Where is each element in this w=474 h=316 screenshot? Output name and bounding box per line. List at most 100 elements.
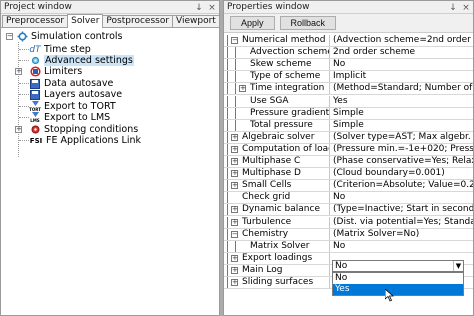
property-row[interactable]: + Dynamic balance (Type=Inactive; Start in… (224, 204, 473, 217)
tree-connector (19, 60, 29, 61)
property-row[interactable]: − Chemistry (Matrix Solver=No) (224, 228, 473, 241)
property-value[interactable]: 2nd order scheme (330, 47, 473, 59)
property-name: Sliding surfaces (242, 277, 314, 287)
property-value[interactable]: (Advection scheme=2nd order scheme; 1 (330, 35, 473, 46)
tree-label: Export to TORT (44, 101, 116, 112)
expand-toggle[interactable]: + (231, 206, 238, 214)
expand-stopping-toggle[interactable]: + (15, 126, 22, 133)
expand-toggle[interactable]: + (231, 279, 238, 286)
collapse-toggle[interactable]: − (231, 230, 238, 238)
floppy-disk-icon (29, 89, 41, 100)
property-row[interactable]: Use SGA Yes (224, 95, 473, 108)
property-value[interactable]: (Dist. via potential=Yes; Standard wall … (330, 216, 473, 228)
property-row[interactable]: + Multiphase C (Phase conservative=Yes; Re… (224, 156, 473, 168)
dropdown-option-no[interactable]: No (333, 273, 463, 284)
property-name: Export loadings (242, 252, 313, 263)
property-row[interactable]: + Small Cells (Criterion=Absolute; Value=0… (224, 180, 473, 193)
property-value[interactable]: (Matrix Solver=No) (330, 228, 473, 240)
property-row[interactable]: Matrix Solver No (224, 240, 473, 253)
property-value[interactable]: No (330, 240, 473, 252)
close-icon[interactable]: × (462, 3, 470, 13)
tree-item-limiters[interactable]: Limiters (29, 66, 82, 77)
tree-item-advanced-settings[interactable]: Advanced settings (29, 55, 134, 66)
tree-guide-line (227, 131, 228, 143)
close-icon[interactable]: × (208, 3, 216, 13)
matrix-solver-select[interactable]: No ▼ (332, 260, 464, 272)
tree-guide-line (227, 47, 228, 59)
property-row[interactable]: + Turbulence (Dist. via potential=Yes; Sta… (224, 216, 473, 229)
tree-root-simulation-controls[interactable]: Simulation controls (16, 31, 123, 42)
property-name-cell: Skew scheme (224, 59, 330, 71)
expand-toggle[interactable]: + (239, 85, 246, 93)
expand-toggle[interactable]: + (231, 254, 238, 262)
property-row[interactable]: Check grid No (224, 192, 473, 205)
tree-connector (19, 83, 29, 84)
property-row[interactable]: Type of scheme Implicit (224, 71, 473, 84)
property-row[interactable]: Pressure gradient Simple (224, 107, 473, 120)
property-value[interactable]: (Phase conservative=Yes; Relaxation=1; \ (330, 156, 473, 167)
limiters-icon (29, 66, 41, 77)
property-value[interactable]: Simple (330, 107, 473, 119)
collapse-root-toggle[interactable]: − (6, 33, 13, 40)
expand-toggle[interactable]: + (231, 218, 238, 226)
property-name: Computation of loads (242, 143, 330, 154)
tab-solver[interactable]: Solver (67, 14, 104, 28)
tree-label: Layers autosave (44, 89, 123, 100)
collapse-toggle[interactable]: − (231, 37, 238, 44)
property-name-cell: + Main Log (224, 264, 330, 276)
property-name-cell: Matrix Solver (224, 240, 330, 252)
property-value[interactable]: (Method=Standard; Number of iterations (330, 83, 473, 95)
tab-viewport[interactable]: Viewport (172, 15, 219, 27)
property-row[interactable]: Total pressure Simple (224, 119, 473, 132)
rollback-button[interactable]: Rollback (279, 16, 337, 30)
pin-icon[interactable]: ↓ (195, 3, 203, 13)
expand-toggle[interactable]: + (231, 182, 238, 190)
apply-button[interactable]: Apply (230, 16, 275, 30)
tree-item-layers-autosave[interactable]: Layers autosave (29, 89, 122, 100)
expand-toggle[interactable]: + (231, 266, 238, 274)
expand-toggle[interactable]: + (231, 133, 238, 141)
tree-item-stopping-conditions[interactable]: Stopping conditions (29, 124, 138, 135)
dropdown-option-yes[interactable]: Yes (333, 284, 463, 295)
tab-postprocessor[interactable]: Postprocessor (102, 15, 174, 27)
properties-window-titlebar: Properties window ↓ × (224, 1, 473, 14)
tree-guide-line (227, 156, 228, 167)
property-row[interactable]: − Numerical method (Advection scheme=2nd o… (224, 35, 473, 47)
solver-tree: − Simulation controls dT Time step Advan… (1, 28, 219, 157)
property-row[interactable]: Advection scheme 2nd order scheme (224, 47, 473, 60)
property-value[interactable]: Simple (330, 119, 473, 131)
chevron-down-icon[interactable]: ▼ (453, 261, 463, 271)
fsi-icon-text: FSI (29, 136, 43, 145)
property-row[interactable]: + Time integration (Method=Standard; Numbe… (224, 83, 473, 96)
tree-label: Export to LMS (44, 112, 111, 123)
tree-item-fe-applications-link[interactable]: FSI FE Applications Link (29, 135, 141, 146)
property-row[interactable]: + Multiphase D (Cloud boundary=0.001) (224, 168, 473, 181)
property-value[interactable]: (Type=Inactive; Start in seconds=0; Dura (330, 204, 473, 216)
tree-item-data-autosave[interactable]: Data autosave (29, 78, 113, 89)
property-value[interactable]: No (330, 59, 473, 71)
pin-icon[interactable]: ↓ (449, 3, 457, 13)
property-row[interactable]: + Computation of loads (Pressure min.=-1e+… (224, 143, 473, 156)
property-value[interactable]: No (330, 192, 473, 204)
property-value[interactable]: (Pressure min.=-1e+020; Pressure max. (330, 143, 473, 155)
expand-toggle[interactable]: + (231, 145, 238, 153)
property-value[interactable]: (Cloud boundary=0.001) (330, 168, 473, 180)
property-value[interactable]: (Criterion=Absolute; Value=0.2; Dynamic (330, 180, 473, 192)
expand-limiters-toggle[interactable]: + (15, 68, 22, 75)
tree-item-export-tort[interactable]: TORT Export to TORT (29, 101, 116, 112)
property-value[interactable]: Implicit (330, 71, 473, 83)
property-value[interactable]: (Solver type=AST; Max algebr. residual= (330, 131, 473, 143)
expand-toggle[interactable]: + (231, 170, 238, 178)
tree-item-export-lms[interactable]: LMS Export to LMS (29, 112, 110, 123)
expand-toggle[interactable]: + (231, 158, 238, 165)
dt-icon: dT (29, 44, 41, 55)
property-value[interactable]: Yes (330, 95, 473, 107)
tree-item-time-step[interactable]: dT Time step (29, 44, 90, 55)
tree-guide-line (227, 277, 228, 288)
tab-preprocessor[interactable]: Preprocessor (2, 15, 69, 27)
property-row[interactable]: + Algebraic solver (Solver type=AST; Max a… (224, 131, 473, 144)
property-row[interactable]: Skew scheme No (224, 59, 473, 72)
tree-guide-line (227, 71, 228, 83)
property-name: Chemistry (242, 228, 289, 239)
property-name-cell: + Export loadings (224, 252, 330, 264)
